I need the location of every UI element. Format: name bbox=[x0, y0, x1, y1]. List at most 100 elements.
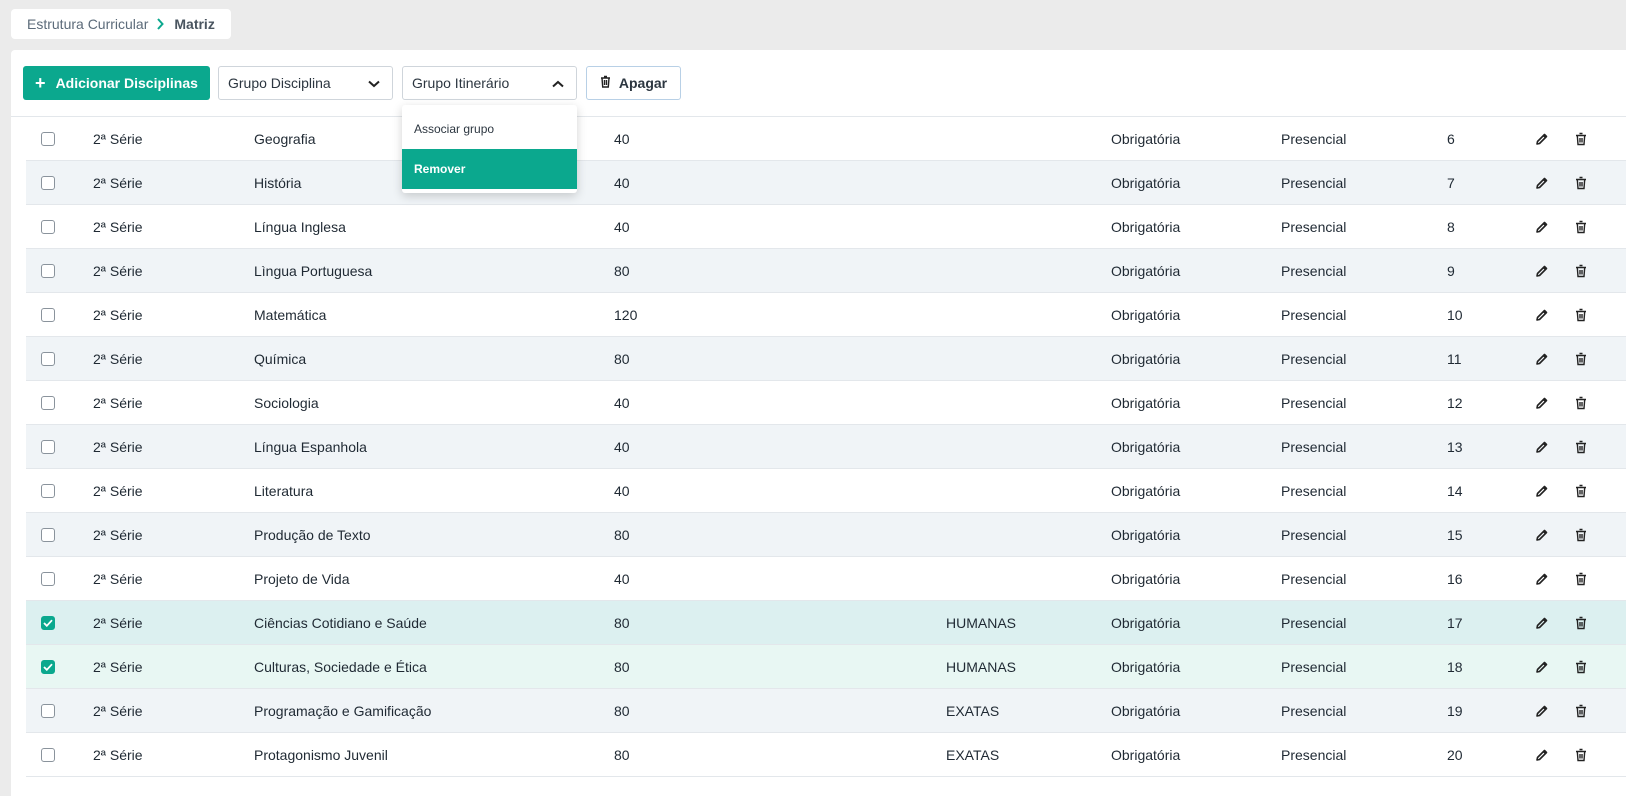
edit-button[interactable] bbox=[1534, 689, 1550, 733]
delete-row-button[interactable] bbox=[1573, 469, 1589, 513]
row-checkbox[interactable] bbox=[41, 425, 55, 469]
edit-button[interactable] bbox=[1534, 161, 1550, 205]
checkbox-box bbox=[41, 528, 55, 542]
edit-button[interactable] bbox=[1534, 337, 1550, 381]
group-itinerary-select[interactable]: Grupo Itinerário bbox=[402, 66, 577, 100]
delete-label: Apagar bbox=[618, 75, 668, 91]
table-row[interactable]: 2ª Série Química 80 Obrigatória Presencial 11 bbox=[26, 337, 1626, 381]
cell-modalidade: Presencial bbox=[1281, 747, 1347, 763]
cell-ordem: 16 bbox=[1447, 571, 1463, 587]
cell-tipo: Obrigatória bbox=[1111, 615, 1181, 631]
cell-serie: 2ª Série bbox=[93, 483, 143, 499]
trash-icon bbox=[600, 75, 611, 91]
table-row[interactable]: 2ª Série Literatura 40 Obrigatória Presencia… bbox=[26, 469, 1626, 513]
table-row[interactable]: 2ª Série Sociologia 40 Obrigatória Presencia… bbox=[26, 381, 1626, 425]
trash-icon bbox=[1573, 483, 1589, 499]
trash-icon bbox=[1573, 131, 1589, 147]
edit-button[interactable] bbox=[1534, 645, 1550, 689]
edit-button[interactable] bbox=[1534, 205, 1550, 249]
cell-disciplina: Projeto de Vida bbox=[254, 571, 350, 587]
edit-button[interactable] bbox=[1534, 601, 1550, 645]
delete-row-button[interactable] bbox=[1573, 513, 1589, 557]
cell-tipo: Obrigatória bbox=[1111, 439, 1181, 455]
breadcrumb-current: Matriz bbox=[174, 16, 215, 32]
delete-row-button[interactable] bbox=[1573, 557, 1589, 601]
delete-row-button[interactable] bbox=[1573, 117, 1589, 161]
cell-disciplina: Geografia bbox=[254, 131, 316, 147]
edit-button[interactable] bbox=[1534, 557, 1550, 601]
cell-tipo: Obrigatória bbox=[1111, 175, 1181, 191]
table-row[interactable]: 2ª Série História 40 Obrigatória Presencial 7 bbox=[26, 161, 1626, 205]
edit-button[interactable] bbox=[1534, 381, 1550, 425]
edit-button[interactable] bbox=[1534, 469, 1550, 513]
checkbox-box bbox=[41, 352, 55, 366]
cell-ordem: 6 bbox=[1447, 131, 1455, 147]
row-checkbox[interactable] bbox=[41, 557, 55, 601]
row-checkbox[interactable] bbox=[41, 249, 55, 293]
table-row[interactable]: 2ª Série Protagonismo Juvenil 80 EXATAS Obri… bbox=[26, 733, 1626, 777]
pencil-icon bbox=[1534, 131, 1550, 147]
table-row[interactable]: 2ª Série Produção de Texto 80 Obrigatória Pr… bbox=[26, 513, 1626, 557]
menu-item-remove[interactable]: Remover bbox=[402, 149, 577, 189]
row-checkbox[interactable] bbox=[41, 733, 55, 777]
table-row[interactable]: 2ª Série Projeto de Vida 40 Obrigatória Pres… bbox=[26, 557, 1626, 601]
row-checkbox[interactable] bbox=[41, 689, 55, 733]
edit-button[interactable] bbox=[1534, 733, 1550, 777]
table-row[interactable]: 2ª Série Programação e Gamificação 80 EXATA… bbox=[26, 689, 1626, 733]
row-checkbox[interactable] bbox=[41, 117, 55, 161]
breadcrumb-parent-link[interactable]: Estrutura Curricular bbox=[27, 16, 148, 32]
table-row[interactable]: 2ª Série Lìngua Portuguesa 80 Obrigatória Pr… bbox=[26, 249, 1626, 293]
delete-row-button[interactable] bbox=[1573, 425, 1589, 469]
delete-row-button[interactable] bbox=[1573, 645, 1589, 689]
cell-serie: 2ª Série bbox=[93, 747, 143, 763]
delete-button[interactable]: Apagar bbox=[586, 66, 681, 100]
cell-serie: 2ª Série bbox=[93, 439, 143, 455]
cell-tipo: Obrigatória bbox=[1111, 131, 1181, 147]
delete-row-button[interactable] bbox=[1573, 337, 1589, 381]
row-checkbox[interactable] bbox=[41, 601, 55, 645]
row-checkbox[interactable] bbox=[41, 469, 55, 513]
delete-row-button[interactable] bbox=[1573, 205, 1589, 249]
edit-button[interactable] bbox=[1534, 249, 1550, 293]
pencil-icon bbox=[1534, 659, 1550, 675]
trash-icon bbox=[1573, 703, 1589, 719]
checkbox-box bbox=[41, 220, 55, 234]
table-row[interactable]: 2ª Série Língua Espanhola 40 Obrigatória Pre… bbox=[26, 425, 1626, 469]
trash-icon bbox=[1573, 615, 1589, 631]
delete-row-button[interactable] bbox=[1573, 689, 1589, 733]
delete-row-button[interactable] bbox=[1573, 293, 1589, 337]
edit-button[interactable] bbox=[1534, 513, 1550, 557]
cell-modalidade: Presencial bbox=[1281, 263, 1347, 279]
row-checkbox[interactable] bbox=[41, 381, 55, 425]
edit-button[interactable] bbox=[1534, 425, 1550, 469]
menu-item-associate-group[interactable]: Associar grupo bbox=[402, 109, 577, 149]
edit-button[interactable] bbox=[1534, 293, 1550, 337]
edit-button[interactable] bbox=[1534, 117, 1550, 161]
row-checkbox[interactable] bbox=[41, 645, 55, 689]
row-checkbox[interactable] bbox=[41, 161, 55, 205]
cell-disciplina: História bbox=[254, 175, 302, 191]
delete-row-button[interactable] bbox=[1573, 161, 1589, 205]
pencil-icon bbox=[1534, 483, 1550, 499]
row-checkbox[interactable] bbox=[41, 205, 55, 249]
row-checkbox[interactable] bbox=[41, 337, 55, 381]
cell-ordem: 12 bbox=[1447, 395, 1463, 411]
table-row[interactable]: 2ª Série Ciências Cotidiano e Saúde 80 HUMA… bbox=[26, 601, 1626, 645]
row-checkbox[interactable] bbox=[41, 293, 55, 337]
delete-row-button[interactable] bbox=[1573, 733, 1589, 777]
group-discipline-select[interactable]: Grupo Disciplina bbox=[218, 66, 393, 100]
plus-icon: + bbox=[35, 73, 46, 93]
delete-row-button[interactable] bbox=[1573, 249, 1589, 293]
row-checkbox[interactable] bbox=[41, 513, 55, 557]
table-row[interactable]: 2ª Série Geografia 40 Obrigatória Presencial… bbox=[26, 117, 1626, 161]
cell-tipo: Obrigatória bbox=[1111, 307, 1181, 323]
table-row[interactable]: 2ª Série Língua Inglesa 40 Obrigatória Prese… bbox=[26, 205, 1626, 249]
delete-row-button[interactable] bbox=[1573, 601, 1589, 645]
table-row[interactable]: 2ª Série Matemática 120 Obrigatória Presenci… bbox=[26, 293, 1626, 337]
add-disciplines-button[interactable]: + Adicionar Disciplinas bbox=[23, 66, 210, 100]
cell-disciplina: Língua Espanhola bbox=[254, 439, 367, 455]
delete-row-button[interactable] bbox=[1573, 381, 1589, 425]
cell-ordem: 20 bbox=[1447, 747, 1463, 763]
table-row[interactable]: 2ª Série Culturas, Sociedade e Ética 80 HUM… bbox=[26, 645, 1626, 689]
trash-icon bbox=[1573, 307, 1589, 323]
